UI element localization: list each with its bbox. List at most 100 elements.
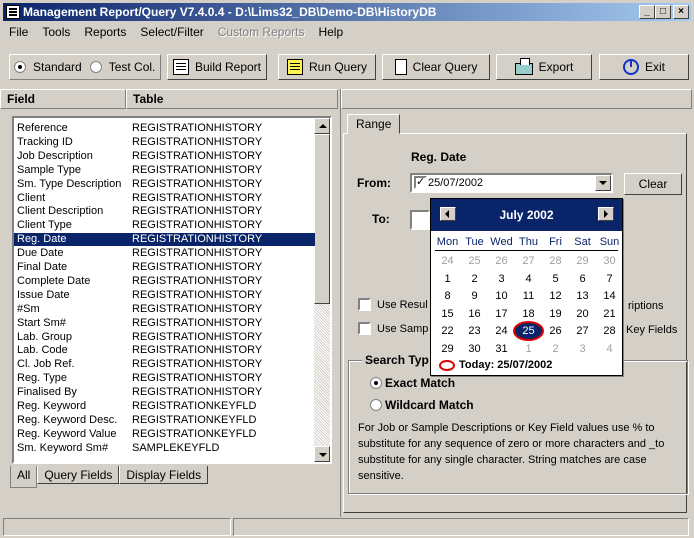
calendar-day[interactable]: 2	[461, 271, 488, 287]
field-list-row[interactable]: Finalised By REGISTRATIONHISTORY	[14, 386, 315, 399]
scroll-track[interactable]	[314, 304, 330, 446]
calendar-day[interactable]: 28	[542, 253, 569, 269]
field-list-row[interactable]: Due Date REGISTRATIONHISTORY	[14, 247, 315, 260]
column-header-field[interactable]: Field	[0, 89, 126, 109]
previous-month-icon[interactable]	[440, 207, 456, 221]
calendar-day[interactable]: 2	[542, 341, 569, 357]
calendar-day[interactable]: 10	[488, 288, 515, 304]
use-results-checkbox[interactable]	[358, 298, 371, 311]
exact-match-option[interactable]: Exact Match	[370, 376, 455, 390]
calendar-day[interactable]: 29	[434, 341, 461, 357]
calendar-day[interactable]: 9	[461, 288, 488, 304]
field-list-row[interactable]: Reg. Type REGISTRATIONHISTORY	[14, 372, 315, 385]
calendar-day[interactable]: 4	[515, 271, 542, 287]
calendar-day[interactable]: 23	[461, 323, 488, 339]
calendar-day[interactable]: 26	[488, 253, 515, 269]
tab-all[interactable]: All	[10, 466, 38, 488]
calendar-day[interactable]: 31	[488, 341, 515, 357]
field-list-row[interactable]: Sample Type REGISTRATIONHISTORY	[14, 164, 315, 177]
calendar-day[interactable]: 4	[596, 341, 623, 357]
calendar-day[interactable]: 26	[542, 323, 569, 339]
field-list-row[interactable]: Tracking ID REGISTRATIONHISTORY	[14, 136, 315, 149]
calendar-day[interactable]: 13	[569, 288, 596, 304]
field-list-row[interactable]: Sm. Type Description REGISTRATIONHISTORY	[14, 178, 315, 191]
field-list-row[interactable]: Reg. Date REGISTRATIONHISTORY	[14, 233, 315, 247]
minimize-button[interactable]: _	[639, 5, 655, 19]
field-list[interactable]: Reference REGISTRATIONHISTORY Tracking ID R…	[12, 116, 332, 464]
use-results-option[interactable]: Use Resul	[358, 298, 428, 311]
run-query-button[interactable]: Run Query	[278, 54, 376, 80]
calendar-day[interactable]: 1	[434, 271, 461, 287]
calendar-day[interactable]: 3	[488, 271, 515, 287]
column-header-table[interactable]: Table	[126, 89, 338, 109]
calendar-day[interactable]: 25	[515, 323, 542, 339]
from-date-checkbox[interactable]: ✓	[414, 176, 427, 189]
calendar-day[interactable]: 6	[569, 271, 596, 287]
field-list-row[interactable]: Start Sm# REGISTRATIONHISTORY	[14, 317, 315, 330]
wildcard-match-radio[interactable]	[370, 399, 382, 411]
calendar-day[interactable]: 8	[434, 288, 461, 304]
calendar-day[interactable]: 30	[596, 253, 623, 269]
field-list-row[interactable]: Cl. Job Ref. REGISTRATIONHISTORY	[14, 358, 315, 371]
next-month-icon[interactable]	[598, 207, 614, 221]
clear-query-button[interactable]: Clear Query	[382, 54, 490, 80]
clear-range-button[interactable]: Clear	[624, 173, 682, 195]
field-list-row[interactable]: Reg. Keyword REGISTRATIONKEYFLD	[14, 400, 315, 413]
app-icon[interactable]	[6, 5, 20, 19]
exact-match-radio[interactable]	[370, 377, 382, 389]
calendar-day[interactable]: 20	[569, 306, 596, 322]
field-list-row[interactable]: Client REGISTRATIONHISTORY	[14, 192, 315, 205]
to-date-field[interactable]	[410, 210, 430, 230]
today-link[interactable]: Today: 25/07/2002	[459, 359, 552, 371]
calendar-day[interactable]: 29	[569, 253, 596, 269]
field-list-row[interactable]: Sm. Keyword Sm# SAMPLEKEYFLD	[14, 442, 315, 455]
vertical-scrollbar[interactable]	[314, 118, 330, 462]
calendar-day[interactable]: 16	[461, 306, 488, 322]
calendar-day[interactable]: 12	[542, 288, 569, 304]
use-sample-checkbox[interactable]	[358, 322, 371, 335]
menu-file[interactable]: File	[3, 22, 34, 42]
export-button[interactable]: Export	[496, 54, 592, 80]
calendar-day[interactable]: 14	[596, 288, 623, 304]
field-list-row[interactable]: Lab. Group REGISTRATIONHISTORY	[14, 331, 315, 344]
calendar-day[interactable]: 7	[596, 271, 623, 287]
calendar-day[interactable]: 3	[569, 341, 596, 357]
calendar-day[interactable]: 30	[461, 341, 488, 357]
tab-query-fields[interactable]: Query Fields	[37, 466, 120, 484]
calendar-day[interactable]: 15	[434, 306, 461, 322]
field-list-row[interactable]: Final Date REGISTRATIONHISTORY	[14, 261, 315, 274]
field-list-row[interactable]: Issue Date REGISTRATIONHISTORY	[14, 289, 315, 302]
calendar-month-title[interactable]: July 2002	[461, 208, 592, 222]
radio-standard-label[interactable]: Standard	[33, 60, 82, 74]
field-list-row[interactable]: Lab. Code REGISTRATIONHISTORY	[14, 344, 315, 357]
menu-reports[interactable]: Reports	[78, 22, 132, 42]
field-list-row[interactable]: Client Description REGISTRATIONHISTORY	[14, 205, 315, 218]
radio-test-col-label[interactable]: Test Col.	[109, 60, 156, 74]
tab-display-fields[interactable]: Display Fields	[119, 466, 209, 484]
wildcard-match-option[interactable]: Wildcard Match	[370, 398, 474, 412]
calendar-day[interactable]: 19	[542, 306, 569, 322]
calendar-day[interactable]: 24	[434, 253, 461, 269]
calendar-day[interactable]: 28	[596, 323, 623, 339]
calendar-day[interactable]: 25	[461, 253, 488, 269]
scroll-thumb[interactable]	[314, 134, 330, 304]
calendar-day[interactable]: 11	[515, 288, 542, 304]
field-list-row[interactable]: Job Description REGISTRATIONHISTORY	[14, 150, 315, 163]
field-list-row[interactable]: Reference REGISTRATIONHISTORY	[14, 122, 315, 135]
menu-tools[interactable]: Tools	[36, 22, 76, 42]
dropdown-arrow-icon[interactable]	[595, 175, 611, 191]
scroll-down-arrow-icon[interactable]	[314, 446, 330, 462]
radio-test-col[interactable]	[89, 61, 102, 73]
date-picker-calendar[interactable]: July 2002 Today: 25/07/2002 Mon Tue Wed Thu…	[430, 198, 623, 376]
calendar-day[interactable]: 27	[569, 323, 596, 339]
field-list-row[interactable]: Reg. Keyword Value REGISTRATIONKEYFLD	[14, 428, 315, 441]
calendar-day[interactable]: 18	[515, 306, 542, 322]
exit-button[interactable]: Exit	[599, 54, 689, 80]
calendar-day[interactable]: 1	[515, 341, 542, 357]
menu-help[interactable]: Help	[312, 22, 349, 42]
calendar-day[interactable]: 22	[434, 323, 461, 339]
calendar-day[interactable]: 21	[596, 306, 623, 322]
calendar-day[interactable]: 5	[542, 271, 569, 287]
scroll-up-arrow-icon[interactable]	[314, 118, 330, 134]
tab-range[interactable]: Range	[347, 114, 401, 134]
